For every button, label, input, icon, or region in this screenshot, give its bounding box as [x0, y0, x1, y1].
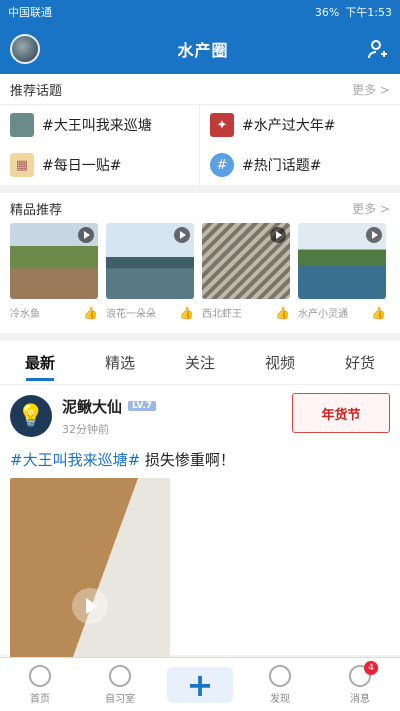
post-card[interactable]: 💡 泥鳅大仙 LV.7 32分钟前 年货节 #大王叫我来巡塘# 损失惨重啊！ — [0, 385, 400, 678]
nav-messages[interactable]: 4 消息 — [330, 660, 390, 705]
play-icon — [78, 227, 94, 243]
nav-study[interactable]: 自习室 — [90, 664, 150, 705]
recommend-topics: 推荐话题 更多 > #大王叫我来巡塘 ✦ #水产过大年# ▦ #每日一贴# # … — [0, 74, 400, 185]
post-tag[interactable]: #大王叫我来巡塘# — [10, 451, 140, 469]
pond-image-icon — [10, 113, 34, 137]
video-thumbnail — [10, 223, 98, 299]
featured-section: 精品推荐 更多 > 冷水鱼 👍 浪花一朵朵 👍 西北虾王 👍 水产小灵通 👍 — [0, 193, 400, 333]
card-label: 冷水鱼 — [10, 309, 40, 320]
post-time: 32分钟前 — [62, 422, 109, 436]
thumbs-up-icon[interactable]: 👍 — [83, 306, 98, 320]
username-row: 泥鳅大仙 LV.7 — [62, 396, 156, 417]
topic-grid: #大王叫我来巡塘 ✦ #水产过大年# ▦ #每日一贴# # #热门话题# — [0, 104, 400, 185]
card-foot: 水产小灵通 👍 — [298, 305, 386, 321]
cup-icon — [109, 664, 131, 687]
play-icon[interactable] — [72, 588, 108, 624]
nav-label: 消息 — [350, 693, 370, 705]
topic-item-3[interactable]: ▦ #每日一贴# — [0, 145, 200, 185]
home-icon — [29, 664, 51, 687]
play-icon — [174, 227, 190, 243]
post-text: #大王叫我来巡塘# 损失惨重啊！ — [10, 449, 390, 470]
recommend-more-link[interactable]: 更多 > — [352, 81, 390, 98]
post-body: 损失惨重啊！ — [140, 451, 235, 469]
message-count-badge: 4 — [364, 660, 378, 675]
featured-title: 精品推荐 — [10, 202, 63, 218]
video-thumbnail — [202, 223, 290, 299]
time-label: 下午1:53 — [345, 6, 392, 19]
topic-label: #大王叫我来巡塘 — [42, 118, 152, 134]
featured-card[interactable]: 西北虾王 👍 — [202, 223, 290, 325]
recommend-title: 推荐话题 — [10, 83, 63, 99]
user-avatar-bulb-icon[interactable]: 💡 — [10, 395, 52, 437]
divider — [0, 333, 400, 341]
tab-following[interactable]: 关注 — [179, 342, 221, 383]
card-foot: 浪花一朵朵 👍 — [106, 305, 194, 321]
plus-icon: + — [167, 666, 233, 704]
featured-cards: 冷水鱼 👍 浪花一朵朵 👍 西北虾王 👍 水产小灵通 👍 — [0, 223, 400, 333]
video-thumbnail — [106, 223, 194, 299]
app-header: 水产圈 — [0, 24, 400, 74]
play-icon — [270, 227, 286, 243]
video-thumbnail — [298, 223, 386, 299]
topic-label: #每日一贴# — [42, 158, 122, 174]
nav-label: 自习室 — [105, 693, 135, 705]
divider — [0, 185, 400, 193]
play-icon — [366, 227, 382, 243]
featured-card[interactable]: 冷水鱼 👍 — [10, 223, 98, 325]
hash-icon: # — [210, 153, 234, 177]
nav-label: 发现 — [270, 693, 290, 705]
status-right: 36% 下午1:53 — [315, 4, 392, 20]
avatar[interactable] — [10, 34, 40, 64]
post-video[interactable] — [10, 478, 170, 678]
nav-home[interactable]: 首页 — [10, 664, 70, 705]
level-badge: LV.7 — [128, 401, 156, 411]
search-icon — [269, 664, 291, 687]
nav-discover[interactable]: 发现 — [250, 664, 310, 705]
card-foot: 冷水鱼 👍 — [10, 305, 98, 321]
carrier-label: 中国联通 — [8, 6, 52, 19]
featured-card[interactable]: 水产小灵通 👍 — [298, 223, 386, 325]
topic-label: #热门话题# — [242, 158, 322, 174]
bottom-nav: 首页 自习室 + 发现 4 消息 — [0, 657, 400, 711]
nav-label: 首页 — [30, 693, 50, 705]
battery-label: 36% — [314, 5, 340, 19]
calendar-icon: ▦ — [10, 153, 34, 177]
tab-video[interactable]: 视频 — [259, 342, 301, 383]
feed-tabs: 最新 精选 关注 视频 好货 — [0, 341, 400, 385]
featured-more-link[interactable]: 更多 > — [352, 200, 390, 217]
thumbs-up-icon[interactable]: 👍 — [179, 306, 194, 320]
featured-header: 精品推荐 更多 > — [0, 193, 400, 223]
topic-item-4[interactable]: # #热门话题# — [200, 145, 400, 185]
thumbs-up-icon[interactable]: 👍 — [275, 306, 290, 320]
nav-add[interactable]: + — [167, 666, 233, 704]
tab-featured[interactable]: 精选 — [99, 342, 141, 383]
topic-label: #水产过大年# — [242, 118, 336, 134]
featured-card[interactable]: 浪花一朵朵 👍 — [106, 223, 194, 325]
card-label: 浪花一朵朵 — [106, 309, 156, 320]
top-bar: 中国联通 36% 下午1:53 水产圈 — [0, 0, 400, 74]
add-user-icon[interactable] — [366, 37, 390, 61]
card-label: 水产小灵通 — [298, 309, 348, 320]
topic-item-2[interactable]: ✦ #水产过大年# — [200, 105, 400, 145]
user-info: 泥鳅大仙 LV.7 32分钟前 — [62, 396, 156, 437]
username[interactable]: 泥鳅大仙 — [62, 396, 122, 417]
recommend-header: 推荐话题 更多 > — [0, 74, 400, 104]
card-foot: 西北虾王 👍 — [202, 305, 290, 321]
status-bar: 中国联通 36% 下午1:53 — [0, 0, 400, 24]
new-year-badge[interactable]: 年货节 — [292, 393, 390, 433]
badge-icon: ✦ — [210, 113, 234, 137]
thumbs-up-icon[interactable]: 👍 — [371, 306, 386, 320]
tab-goods[interactable]: 好货 — [339, 342, 381, 383]
tab-latest[interactable]: 最新 — [19, 342, 61, 383]
page-title: 水产圈 — [177, 41, 229, 60]
card-label: 西北虾王 — [202, 309, 242, 320]
topic-item-1[interactable]: #大王叫我来巡塘 — [0, 105, 200, 145]
